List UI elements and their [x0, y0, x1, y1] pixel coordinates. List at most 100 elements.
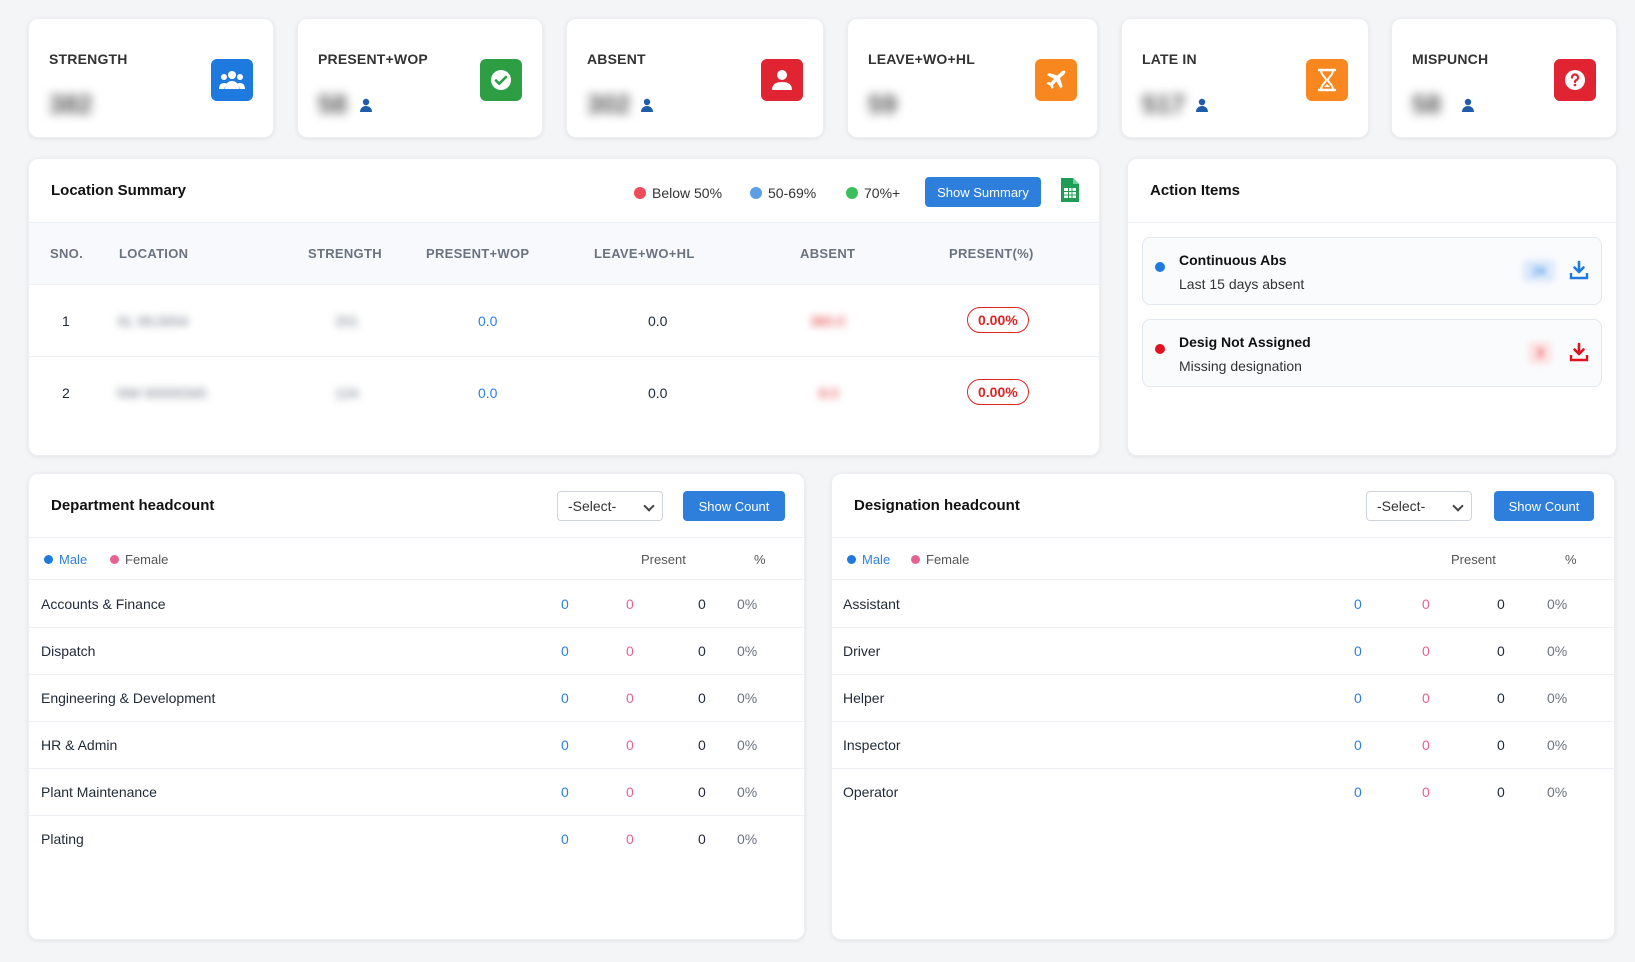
- cell-present[interactable]: 0.0: [478, 313, 497, 329]
- designation-headcount-panel: Designation headcount -Select- Show Coun…: [831, 473, 1615, 940]
- cell-male-count[interactable]: 0: [561, 596, 569, 612]
- cell-male-count[interactable]: 0: [561, 737, 569, 753]
- legend-label: Male: [59, 552, 88, 567]
- action-count-badge: 24: [1523, 260, 1555, 282]
- legend-dot: [847, 555, 856, 564]
- panel-title: Department headcount: [51, 497, 215, 514]
- cell-female-count[interactable]: 0: [626, 643, 634, 659]
- cell-percent: 0%: [1547, 596, 1568, 612]
- action-count-badge: 3: [1529, 342, 1551, 364]
- table-row[interactable]: Inspector 0 0 0 0%: [832, 722, 1614, 769]
- download-icon[interactable]: [1569, 260, 1589, 280]
- legend-dot: [110, 555, 119, 564]
- legend-dot: [44, 555, 53, 564]
- legend-dot: [911, 555, 920, 564]
- cell-percent: 0%: [737, 596, 758, 612]
- table-row[interactable]: Accounts & Finance 0 0 0 0%: [29, 581, 804, 628]
- panel-title: Location Summary: [51, 182, 187, 199]
- designation-table-header: Male Female Present %: [832, 538, 1614, 580]
- cell-male-count[interactable]: 0: [561, 690, 569, 706]
- cell-male-count[interactable]: 0: [1354, 690, 1362, 706]
- cell-female-count[interactable]: 0: [626, 831, 634, 847]
- cell-male-count[interactable]: 0: [1354, 643, 1362, 659]
- column-header-present: Present: [641, 552, 686, 567]
- action-item-continuous-abs[interactable]: Continuous Abs Last 15 days absent 24: [1142, 237, 1602, 305]
- show-summary-button[interactable]: Show Summary: [925, 177, 1041, 207]
- legend-70-plus: 70%+: [846, 185, 900, 201]
- cell-male-count[interactable]: 0: [1354, 596, 1362, 612]
- department-table-header: Male Female Present %: [29, 538, 804, 580]
- cell-female-count[interactable]: 0: [1422, 784, 1430, 800]
- table-row[interactable]: Helper 0 0 0 0%: [832, 675, 1614, 722]
- table-row[interactable]: 2 NW 00000345 124 0.0 0.0 8.0 0.00%: [29, 357, 1099, 429]
- action-items-header: Action Items: [1128, 159, 1616, 223]
- location-summary-panel: Location Summary Below 50% 50-69% 70%+ S…: [28, 158, 1100, 456]
- column-header: ABSENT: [800, 246, 856, 261]
- legend-dot: [634, 187, 646, 199]
- cell-present: 0: [1497, 643, 1505, 659]
- cell-male-count[interactable]: 0: [1354, 784, 1362, 800]
- person-icon: [1462, 98, 1474, 112]
- cell-strength: 124: [335, 385, 359, 401]
- check-circle-icon: [480, 59, 522, 101]
- cell-male-count[interactable]: 0: [561, 643, 569, 659]
- column-header: PRESENT(%): [949, 246, 1034, 261]
- cell-location: NW 00000345: [117, 385, 207, 401]
- action-title: Continuous Abs: [1179, 252, 1287, 268]
- table-row[interactable]: HR & Admin 0 0 0 0%: [29, 722, 804, 769]
- action-item-desig-not-assigned[interactable]: Desig Not Assigned Missing designation 3: [1142, 319, 1602, 387]
- legend-female: Female: [110, 552, 168, 567]
- cell-female-count[interactable]: 0: [1422, 737, 1430, 753]
- cell-male-count[interactable]: 0: [1354, 737, 1362, 753]
- table-row[interactable]: 1 SL 99,0004 201 0.0 0.0 360.0 0.00%: [29, 285, 1099, 357]
- cell-percent: 0%: [1547, 784, 1568, 800]
- stat-card-present: PRESENT+WOP 58: [297, 18, 543, 138]
- table-row[interactable]: Plating 0 0 0 0%: [29, 816, 804, 863]
- cell-female-count[interactable]: 0: [626, 784, 634, 800]
- excel-export-icon[interactable]: [1059, 177, 1081, 203]
- cell-male-count[interactable]: 0: [561, 831, 569, 847]
- cell-name: Accounts & Finance: [41, 596, 166, 612]
- status-dot: [1155, 262, 1165, 272]
- column-header-present: Present: [1451, 552, 1496, 567]
- cell-percent: 0%: [1547, 643, 1568, 659]
- cell-female-count[interactable]: 0: [1422, 690, 1430, 706]
- table-row[interactable]: Driver 0 0 0 0%: [832, 628, 1614, 675]
- panel-title: Action Items: [1150, 182, 1241, 199]
- table-row[interactable]: Dispatch 0 0 0 0%: [29, 628, 804, 675]
- cell-female-count[interactable]: 0: [1422, 596, 1430, 612]
- cell-present[interactable]: 0.0: [478, 385, 497, 401]
- legend-label: Below 50%: [652, 185, 723, 201]
- column-header-percent: %: [754, 552, 766, 567]
- action-subtitle: Last 15 days absent: [1179, 276, 1305, 292]
- table-row[interactable]: Plant Maintenance 0 0 0 0%: [29, 769, 804, 816]
- table-row[interactable]: Engineering & Development 0 0 0 0%: [29, 675, 804, 722]
- cell-present: 0: [698, 596, 706, 612]
- stat-label: LATE IN: [1142, 51, 1197, 67]
- download-icon[interactable]: [1569, 342, 1589, 362]
- hourglass-icon: [1306, 59, 1348, 101]
- cell-location: SL 99,0004: [117, 313, 189, 329]
- designation-headcount-header: Designation headcount -Select- Show Coun…: [832, 474, 1614, 538]
- table-row[interactable]: Assistant 0 0 0 0%: [832, 581, 1614, 628]
- legend-male: Male: [44, 552, 87, 567]
- show-count-button[interactable]: Show Count: [683, 491, 785, 521]
- cell-female-count[interactable]: 0: [1422, 643, 1430, 659]
- column-header: PRESENT+WOP: [426, 246, 530, 261]
- cell-female-count[interactable]: 0: [626, 596, 634, 612]
- legend-female: Female: [911, 552, 969, 567]
- column-header: STRENGTH: [308, 246, 382, 261]
- cell-female-count[interactable]: 0: [626, 690, 634, 706]
- column-header-percent: %: [1565, 552, 1577, 567]
- cell-present: 0: [1497, 737, 1505, 753]
- show-count-button[interactable]: Show Count: [1494, 491, 1594, 521]
- designation-select[interactable]: -Select-: [1366, 491, 1472, 521]
- cell-female-count[interactable]: 0: [626, 737, 634, 753]
- person-icon: [360, 98, 372, 112]
- department-select[interactable]: -Select-: [557, 491, 663, 521]
- column-header: SNO.: [50, 246, 83, 261]
- cell-percent: 0%: [737, 737, 758, 753]
- select-value: -Select-: [568, 498, 617, 514]
- table-row[interactable]: Operator 0 0 0 0%: [832, 769, 1614, 816]
- cell-male-count[interactable]: 0: [561, 784, 569, 800]
